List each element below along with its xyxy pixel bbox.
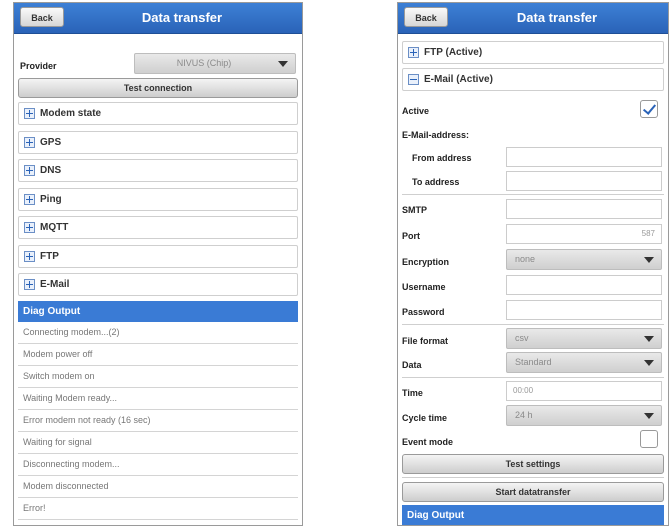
time-input[interactable]: 00:00	[506, 381, 662, 401]
password-label: Password	[402, 307, 445, 317]
diag-line: Modem power off	[18, 344, 298, 366]
section-e-mail[interactable]: E-Mail	[18, 273, 298, 296]
cycle-time-label: Cycle time	[402, 413, 448, 423]
email-address-label: E-Mail-address:	[402, 130, 470, 140]
encryption-value: none	[515, 254, 536, 264]
diag-line: Error modem not ready (16 sec)	[18, 410, 298, 432]
section-ftp[interactable]: FTP (Active)	[402, 41, 664, 64]
divider	[402, 194, 664, 195]
encryption-label: Encryption	[402, 257, 450, 267]
password-input[interactable]	[506, 300, 662, 320]
diag-output-panel: Diag Output Connecting modem...(2) Modem …	[18, 301, 298, 525]
active-checkbox[interactable]	[640, 100, 658, 118]
plus-icon	[24, 279, 35, 290]
chevron-down-icon	[644, 413, 654, 419]
section-email-label: E-Mail (Active)	[424, 74, 493, 85]
section-dns[interactable]: DNS	[18, 159, 298, 182]
section-ftp-label: FTP (Active)	[424, 47, 483, 58]
diag-line: Switch modem on	[18, 366, 298, 388]
header-bar: Back Data transfer	[398, 3, 668, 34]
divider	[402, 377, 664, 378]
data-value: Standard	[515, 357, 552, 367]
diag-line: Modem power off	[18, 520, 298, 525]
plus-icon	[408, 47, 419, 58]
section-label: FTP	[40, 250, 59, 262]
diag-line: Waiting for signal	[18, 432, 298, 454]
to-address-input[interactable]	[506, 171, 662, 191]
chevron-down-icon	[644, 257, 654, 263]
section-label: Modem state	[40, 108, 102, 119]
diag-output-title: Diag Output	[18, 301, 298, 322]
back-button[interactable]: Back	[404, 7, 448, 27]
username-label: Username	[402, 282, 446, 292]
username-input[interactable]	[506, 275, 662, 295]
section-label: DNS	[40, 165, 62, 176]
provider-value: NIVUS (Chip)	[176, 58, 232, 68]
encryption-select[interactable]: none	[506, 249, 662, 270]
provider-label: Provider	[20, 61, 57, 71]
data-label: Data	[402, 360, 422, 370]
file-format-value: csv	[515, 333, 529, 343]
diag-output-title: Diag Output	[402, 505, 664, 525]
diag-line: Error!	[18, 498, 298, 520]
header-bar: Back Data transfer	[14, 3, 302, 34]
chevron-down-icon	[278, 61, 288, 67]
smtp-input[interactable]	[506, 199, 662, 219]
section-mqtt[interactable]: MQTT	[18, 216, 298, 239]
start-datatransfer-button[interactable]: Start datatransfer	[402, 482, 664, 502]
plus-icon	[24, 136, 35, 148]
diag-line: Disconnecting modem...	[18, 454, 298, 476]
from-address-label: From address	[412, 153, 472, 163]
chevron-down-icon	[644, 336, 654, 342]
data-select[interactable]: Standard	[506, 352, 662, 373]
test-settings-button[interactable]: Test settings	[402, 454, 664, 474]
diag-output-panel: Diag Output	[402, 505, 664, 525]
diag-line: Modem disconnected	[18, 476, 298, 498]
from-address-input[interactable]	[506, 147, 662, 167]
right-screen: Back Data transfer FTP (Active) E-Mail (…	[397, 2, 669, 526]
divider	[402, 324, 664, 325]
plus-icon	[24, 165, 35, 176]
event-mode-checkbox[interactable]	[640, 430, 658, 448]
plus-icon	[24, 108, 35, 119]
port-value: 587	[641, 229, 655, 238]
plus-icon	[24, 250, 35, 262]
time-value: 00:00	[513, 386, 534, 395]
active-label: Active	[402, 106, 430, 116]
file-format-select[interactable]: csv	[506, 328, 662, 349]
page-title: Data transfer	[516, 10, 598, 25]
checkmark-icon	[642, 101, 657, 115]
divider	[402, 477, 664, 478]
time-label: Time	[402, 388, 423, 398]
file-format-label: File format	[402, 336, 449, 346]
diag-line: Connecting modem...(2)	[18, 322, 298, 344]
minus-icon	[408, 74, 419, 85]
section-label: GPS	[40, 136, 62, 148]
section-ftp[interactable]: FTP	[18, 244, 298, 268]
cycle-time-select[interactable]: 24 h	[506, 405, 662, 426]
diag-line: Waiting Modem ready...	[18, 388, 298, 410]
port-input[interactable]: 587	[506, 224, 662, 244]
section-label: MQTT	[40, 222, 69, 233]
to-address-label: To address	[412, 177, 460, 187]
section-label: E-Mail	[40, 279, 70, 290]
section-modem-state[interactable]: Modem state	[18, 102, 298, 125]
plus-icon	[24, 193, 35, 205]
back-button[interactable]: Back	[20, 7, 64, 27]
test-connection-button[interactable]: Test connection	[18, 78, 298, 98]
left-screen: Back Data transfer Provider NIVUS (Chip)…	[13, 2, 303, 526]
section-ping[interactable]: Ping	[18, 187, 298, 211]
chevron-down-icon	[644, 360, 654, 366]
provider-select[interactable]: NIVUS (Chip)	[134, 53, 296, 74]
section-email[interactable]: E-Mail (Active)	[402, 68, 664, 91]
port-label: Port	[402, 231, 420, 241]
plus-icon	[24, 222, 35, 233]
page-title: Data transfer	[141, 10, 223, 25]
cycle-time-value: 24 h	[515, 410, 533, 420]
section-gps[interactable]: GPS	[18, 130, 298, 154]
section-label: Ping	[40, 193, 62, 205]
smtp-label: SMTP	[402, 205, 428, 215]
event-mode-label: Event mode	[402, 437, 454, 447]
